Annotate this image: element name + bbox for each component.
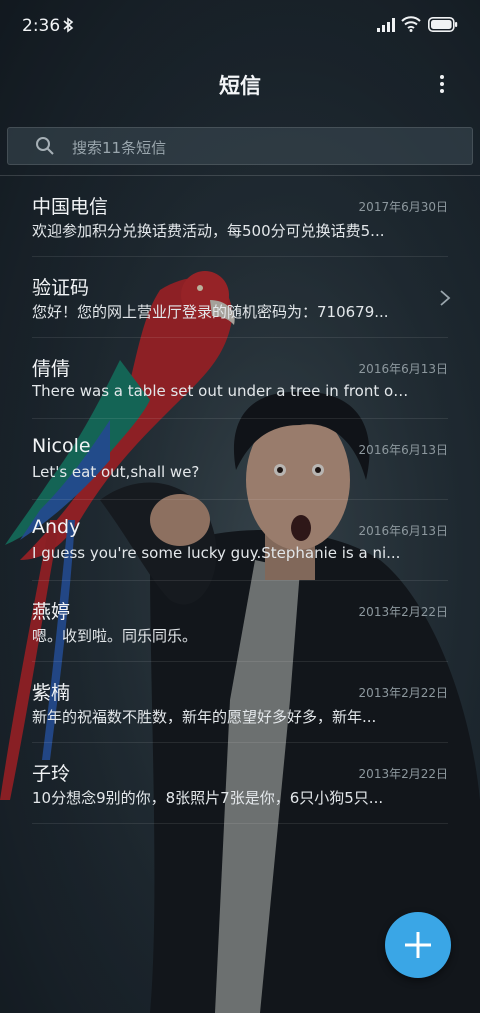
sender-name: 验证码 (32, 277, 90, 299)
message-date: 2016年6月13日 (358, 524, 448, 538)
message-preview: I guess you're some lucky guy.Stephanie … (32, 544, 401, 562)
message-preview: 嗯。收到啦。同乐同乐。 (32, 627, 198, 645)
page-title: 短信 (219, 74, 261, 98)
conversation-item[interactable]: 紫楠 2013年2月22日 新年的祝福数不胜数，新年的愿望好多好多，新年... (32, 662, 448, 743)
conversation-item[interactable]: 子玲 2013年2月22日 10分想念9别的你，8张照片7张是你，6只小狗5只.… (32, 743, 448, 824)
conversation-item[interactable]: 中国电信 2017年6月30日 欢迎参加积分兑换话费活动，每500分可兑换话费5… (32, 176, 448, 257)
conversation-list: 中国电信 2017年6月30日 欢迎参加积分兑换话费活动，每500分可兑换话费5… (0, 176, 480, 824)
more-vertical-icon[interactable] (432, 72, 452, 98)
conversation-item[interactable]: 燕婷 2013年2月22日 嗯。收到啦。同乐同乐。 (32, 581, 448, 662)
message-date: 2016年6月13日 (358, 362, 448, 376)
wifi-icon (401, 16, 421, 32)
search-bar[interactable]: 搜索11条短信 (7, 127, 473, 165)
battery-icon (428, 17, 458, 32)
chevron-right-icon (440, 290, 451, 306)
search-icon (36, 137, 54, 155)
message-preview: 10分想念9别的你，8张照片7张是你，6只小狗5只... (32, 789, 384, 807)
message-preview: 欢迎参加积分兑换话费活动，每500分可兑换话费5... (32, 222, 385, 240)
conversation-item[interactable]: Andy 2016年6月13日 I guess you're some luck… (32, 500, 448, 581)
status-bar: 2:36 (0, 0, 480, 52)
message-date: 2013年2月22日 (358, 686, 448, 700)
app-bar: 短信 (0, 60, 480, 108)
new-message-button[interactable] (385, 912, 451, 978)
conversation-item[interactable]: 验证码 您好！您的网上营业厅登录的随机密码为：710679... (32, 257, 451, 338)
search-placeholder: 搜索11条短信 (72, 139, 167, 157)
message-preview: Let's eat out,shall we? (32, 463, 200, 481)
sender-name: 紫楠 (32, 682, 71, 704)
message-date: 2013年2月22日 (358, 605, 448, 619)
message-preview: There was a table set out under a tree i… (32, 382, 412, 400)
plus-icon (405, 932, 431, 958)
bluetooth-icon (63, 17, 74, 33)
conversation-item[interactable]: Nicole 2016年6月13日 Let's eat out,shall we… (32, 419, 448, 500)
messages-screen: 2:36 短信 搜索11条短信 中国电信 2017年6月30日 欢迎参加积分兑换… (0, 0, 480, 1013)
message-date: 2013年2月22日 (358, 767, 448, 781)
sender-name: Andy (32, 516, 81, 538)
cellular-signal-icon (377, 18, 395, 32)
status-time: 2:36 (22, 16, 61, 36)
conversation-item[interactable]: 倩倩 2016年6月13日 There was a table set out … (32, 338, 448, 419)
sender-name: 倩倩 (32, 358, 71, 380)
message-date: 2016年6月13日 (358, 443, 448, 457)
message-preview: 新年的祝福数不胜数，新年的愿望好多好多，新年... (32, 708, 377, 726)
message-preview: 您好！您的网上营业厅登录的随机密码为：710679... (32, 303, 389, 321)
sender-name: Nicole (32, 435, 91, 457)
sender-name: 子玲 (32, 763, 71, 785)
sender-name: 中国电信 (32, 196, 109, 218)
message-date: 2017年6月30日 (358, 200, 448, 214)
sender-name: 燕婷 (32, 601, 71, 623)
